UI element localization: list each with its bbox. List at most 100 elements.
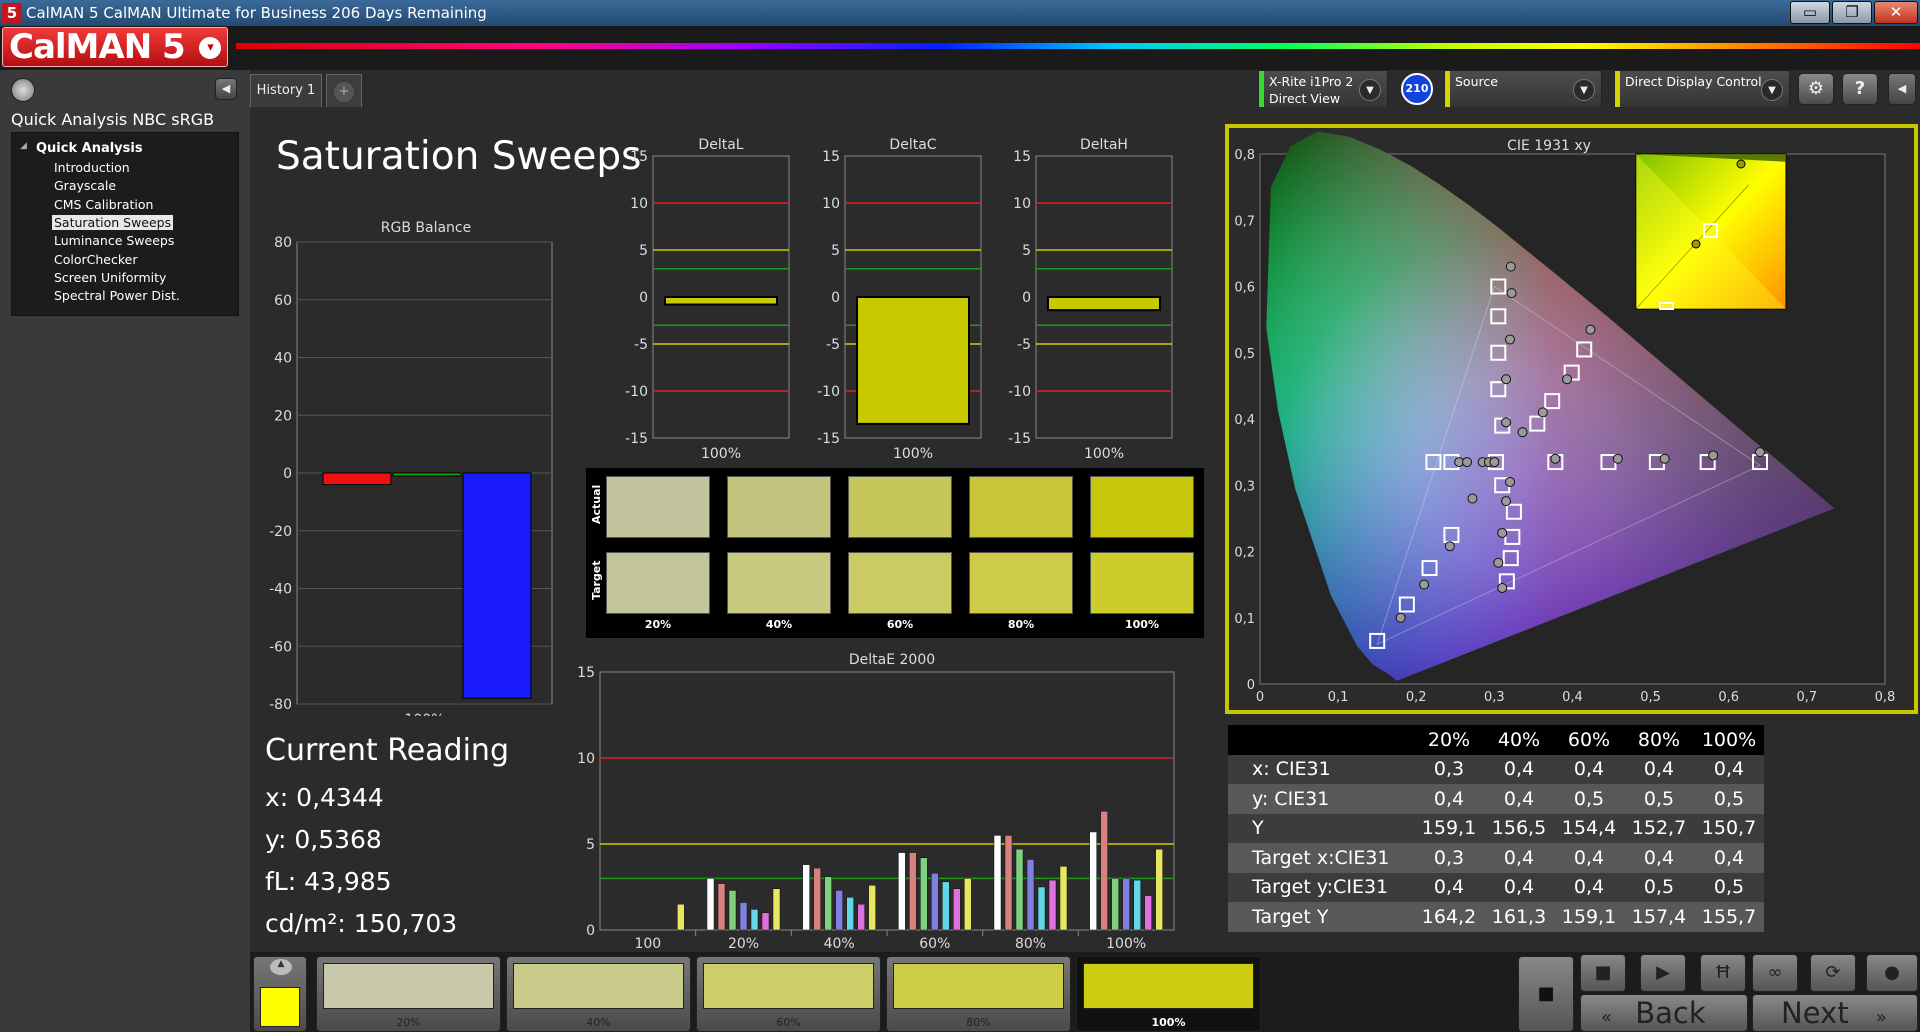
calman-logo-button[interactable]: CalMAN 5 ▾ bbox=[2, 27, 228, 67]
add-tab-button[interactable]: + bbox=[326, 74, 362, 107]
actual-swatch bbox=[969, 476, 1073, 538]
tree-item-introduction[interactable]: Introduction bbox=[52, 160, 132, 175]
meter-badge[interactable]: 210 bbox=[1401, 73, 1433, 105]
collapse-panel-button[interactable]: ◀ bbox=[215, 78, 237, 100]
point-swatch-100[interactable]: 100% bbox=[1076, 956, 1261, 1032]
chevron-down-icon: ▼ bbox=[1359, 79, 1381, 101]
point-swatch-60[interactable]: 60% bbox=[696, 956, 881, 1032]
deltae-bar bbox=[1048, 879, 1057, 931]
table-cell: 0,5 bbox=[1694, 784, 1764, 814]
deltae-bar bbox=[717, 883, 726, 931]
stop-square-icon[interactable]: ■ bbox=[1518, 956, 1574, 1032]
deltae-tick-label: 15 bbox=[577, 665, 595, 681]
tree-item-spectral-power[interactable]: Spectral Power Dist. bbox=[52, 288, 182, 303]
table-cell: 0,4 bbox=[1484, 843, 1554, 873]
refresh-icon[interactable]: ⟳ bbox=[1810, 954, 1856, 992]
cie-measured-point bbox=[1462, 457, 1473, 468]
point-swatch-20[interactable]: 20% bbox=[316, 956, 501, 1032]
cie-measured-point bbox=[1537, 407, 1548, 418]
table-cell: 0,4 bbox=[1554, 872, 1624, 902]
cie-measured-point bbox=[1585, 324, 1596, 335]
table-cell: 0,4 bbox=[1484, 872, 1554, 902]
table-cell: 0,4 bbox=[1484, 754, 1554, 784]
tree-item-cms-calibration[interactable]: CMS Calibration bbox=[52, 197, 155, 212]
point-swatch-40[interactable]: 40% bbox=[506, 956, 691, 1032]
tree-expand-icon[interactable]: ◢ bbox=[20, 141, 27, 151]
delta-tick-label: 10 bbox=[1013, 196, 1031, 212]
meter-selector[interactable]: X-Rite i1Pro 2 Direct View ▼ bbox=[1258, 70, 1388, 108]
delta-tick-label: 15 bbox=[1013, 149, 1031, 165]
tree-item-luminance-sweeps[interactable]: Luminance Sweeps bbox=[52, 233, 176, 248]
maximize-button[interactable]: ❐ bbox=[1832, 1, 1872, 24]
record-icon[interactable]: ● bbox=[1866, 954, 1918, 992]
swatch-label: 80% bbox=[966, 1016, 991, 1029]
hold-icon[interactable]: Ħ bbox=[1700, 954, 1746, 992]
play-icon[interactable]: ▶ bbox=[1640, 954, 1686, 992]
cie-measured-point bbox=[1467, 493, 1478, 504]
cie-chart: 0 0,1 0,2 0,3 0,4 0,5 0,6 0,7 0,8 0 0,1 0,2 0,3 0,4 0,… bbox=[1234, 131, 1895, 705]
back-label: Back bbox=[1635, 996, 1706, 1030]
actual-label: Actual bbox=[590, 484, 603, 524]
deltae-chart: 15 10 5 0 100 20% 40% 60% 80% 100% bbox=[577, 665, 1175, 952]
meter-mode: Direct View bbox=[1269, 91, 1341, 106]
deltae-bar bbox=[1059, 866, 1068, 931]
delta-tick-label: -5 bbox=[634, 337, 648, 353]
cie-y-tick-label: 0,8 bbox=[1234, 148, 1255, 163]
deltae-bar bbox=[835, 890, 843, 931]
minimize-button[interactable]: ▭ bbox=[1790, 1, 1830, 24]
row-label: Target Y bbox=[1228, 902, 1414, 932]
continuous-loop-icon[interactable]: ∞ bbox=[1752, 954, 1798, 992]
cie-y-tick-label: 0,2 bbox=[1234, 546, 1255, 561]
actual-swatch bbox=[606, 476, 710, 538]
back-button[interactable]: « Back bbox=[1580, 994, 1748, 1032]
table-cell: 0,5 bbox=[1554, 784, 1624, 814]
cie-measured-point bbox=[1505, 476, 1515, 487]
workflow-options-icon[interactable] bbox=[11, 78, 35, 102]
next-button[interactable]: Next » bbox=[1752, 994, 1918, 1032]
current-color-swatch: ▲ bbox=[253, 956, 307, 1032]
source-selector[interactable]: Source ▼ bbox=[1444, 70, 1602, 108]
swatch-color bbox=[513, 963, 684, 1009]
tree-item-screen-uniformity[interactable]: Screen Uniformity bbox=[52, 270, 168, 285]
delta-tick-label: -15 bbox=[817, 431, 840, 447]
deltae-bar bbox=[942, 881, 950, 931]
cie-measured-point bbox=[1517, 427, 1528, 438]
collapse-right-button[interactable]: ◀ bbox=[1888, 73, 1916, 105]
help-icon[interactable]: ? bbox=[1842, 73, 1878, 105]
cie-y-tick-label: 0,1 bbox=[1234, 612, 1255, 627]
tree-item-saturation-sweeps[interactable]: Saturation Sweeps bbox=[52, 215, 174, 230]
tree-item-colorchecker[interactable]: ColorChecker bbox=[52, 252, 139, 267]
tree-item-grayscale[interactable]: Grayscale bbox=[52, 178, 118, 193]
deltae-bar bbox=[1100, 811, 1108, 931]
close-button[interactable]: ✕ bbox=[1874, 1, 1918, 24]
rgb-tick-label: 40 bbox=[274, 351, 292, 367]
chevron-up-icon[interactable]: ▲ bbox=[270, 959, 292, 975]
table-cell: 0,4 bbox=[1694, 843, 1764, 873]
swatch-label: 20% bbox=[396, 1016, 421, 1029]
table-row: Y 159,1 156,5 154,4 152,7 150,7 bbox=[1228, 813, 1764, 843]
deltae-bar bbox=[1015, 848, 1024, 931]
cie-x-tick-label: 0,1 bbox=[1328, 690, 1349, 705]
point-swatch-80[interactable]: 80% bbox=[886, 956, 1071, 1032]
display-control-selector[interactable]: Direct Display Control ▼ bbox=[1614, 70, 1790, 108]
delta-tick-label: -15 bbox=[1008, 431, 1031, 447]
swatch-comparison: Actual Target 20% 40% 60% 80% 100% bbox=[586, 468, 1204, 638]
deltae-plot-area bbox=[599, 671, 1175, 931]
cie-measured-point bbox=[1501, 374, 1512, 385]
table-cell: 164,2 bbox=[1414, 902, 1484, 932]
stop-icon[interactable]: ■ bbox=[1580, 954, 1626, 992]
tree-root[interactable]: Quick Analysis bbox=[36, 141, 143, 156]
deltae-bar bbox=[706, 878, 715, 931]
table-cell: 0,5 bbox=[1624, 784, 1694, 814]
deltae-bar bbox=[846, 897, 854, 931]
tab-history-1[interactable]: History 1 bbox=[250, 74, 322, 107]
cie-inset-point bbox=[1736, 159, 1746, 169]
target-swatch bbox=[1090, 552, 1194, 614]
table-cell: 150,7 bbox=[1694, 813, 1764, 843]
table-cell: 159,1 bbox=[1414, 813, 1484, 843]
cie-diagram-frame: CIE 1931 xy 0 0,1 0,2 0,3 0,4 0,5 0,6 0,7 0,8 0 0,… bbox=[1225, 124, 1918, 714]
target-swatch bbox=[848, 552, 952, 614]
table-corner bbox=[1228, 725, 1414, 755]
window-title: CalMAN 5 CalMAN Ultimate for Business 20… bbox=[26, 4, 487, 22]
gear-icon[interactable]: ⚙ bbox=[1798, 73, 1834, 105]
